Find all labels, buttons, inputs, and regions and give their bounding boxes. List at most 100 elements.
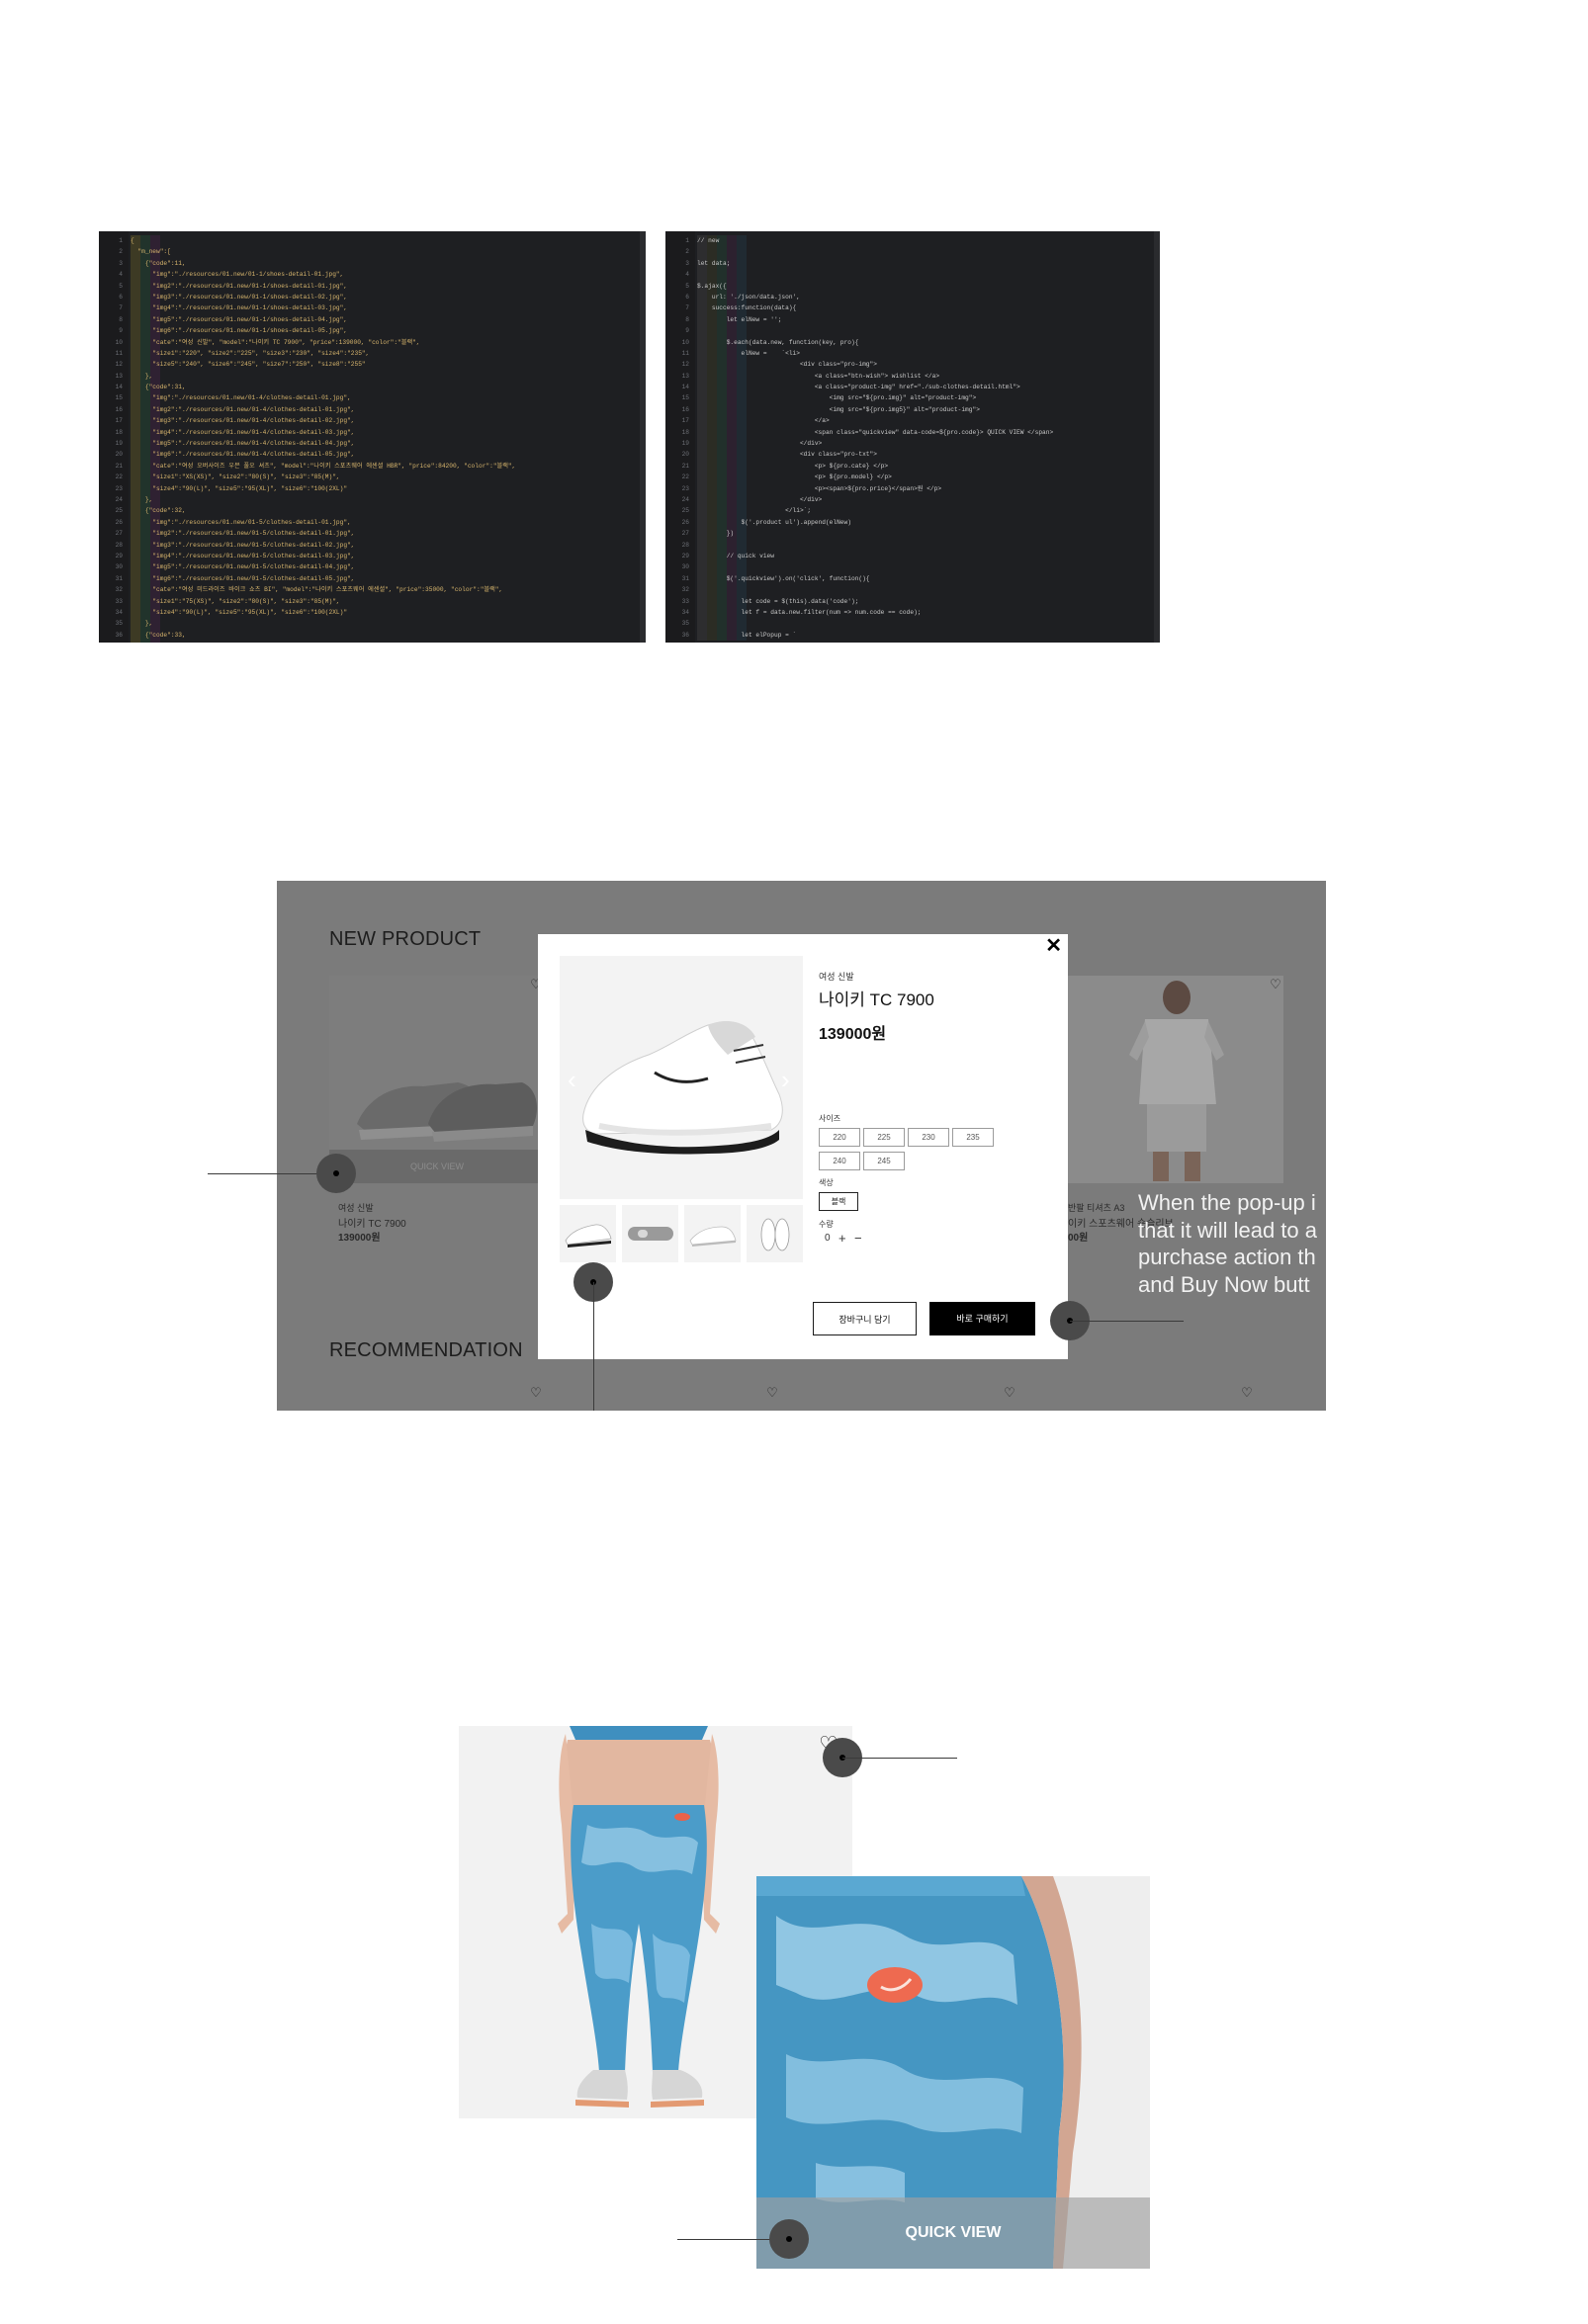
indent-guide — [727, 618, 737, 630]
line-number: 15 — [681, 394, 689, 402]
code-text: let data; — [697, 257, 1154, 270]
code-line: 35 — [665, 618, 1154, 630]
quantity-plus-icon[interactable]: + — [838, 1231, 846, 1246]
line-number: 29 — [681, 552, 689, 559]
shoe-sole-thumbnail-icon — [628, 1227, 673, 1241]
indent-guide — [727, 246, 737, 258]
code-line: 33 let code = $(this).data('code'); — [665, 595, 1154, 607]
line-number: 15 — [115, 394, 123, 402]
thumbnail[interactable] — [622, 1205, 678, 1262]
thumbnail[interactable] — [747, 1205, 803, 1262]
code-line: 21 "cate":"여성 오버사이즈 우븐 풀오 셔츠", "model":"… — [99, 460, 640, 473]
line-number: 2 — [119, 248, 123, 256]
wishlist-heart-icon[interactable]: ♡ — [529, 1386, 543, 1400]
code-text: </div> — [697, 493, 1154, 506]
code-text: <div class="pro-img"> — [697, 359, 1154, 371]
next-arrow-icon[interactable]: › — [781, 1065, 790, 1095]
indent-guide — [727, 269, 737, 281]
annotation-line: and Buy Now butt — [1138, 1271, 1310, 1297]
line-number: 23 — [681, 484, 689, 492]
code-line: 8 "img5":"./resources/01.new/01-1/shoes-… — [99, 313, 640, 326]
size-label: 사이즈 — [819, 1114, 841, 1123]
code-text: <span class="quickview" data-code=${pro.… — [697, 426, 1154, 439]
indent-guide — [697, 561, 707, 573]
code-line: 29 // quick view — [665, 550, 1154, 562]
indent-guide — [737, 584, 747, 596]
indent-guide — [727, 584, 737, 596]
indent-guide — [737, 280, 747, 292]
code-line: 24 }, — [99, 493, 640, 506]
code-text: let elNew = ''; — [697, 313, 1154, 326]
product-card-image[interactable] — [1068, 976, 1283, 1183]
product-price: 00원 — [1068, 1233, 1089, 1244]
wishlist-heart-icon[interactable]: ♡ — [1269, 978, 1282, 991]
line-number: 20 — [115, 451, 123, 459]
annotation-line — [593, 1282, 594, 1411]
product-category: 여성 신발 — [338, 1203, 374, 1213]
buy-now-button[interactable]: 바로 구매하기 — [929, 1302, 1035, 1335]
wishlist-heart-icon[interactable]: ♡ — [1003, 1386, 1016, 1400]
line-number: 4 — [685, 271, 689, 279]
indent-guide — [737, 539, 747, 551]
code-line: 8 let elNew = ''; — [665, 313, 1154, 326]
quick-view-button[interactable]: QUICK VIEW — [329, 1150, 545, 1183]
line-number: 33 — [681, 597, 689, 605]
code-text: <img src="${pro.img}" alt="product-img"> — [697, 392, 1154, 404]
code-line: 6 "img3":"./resources/01.new/01-1/shoes-… — [99, 291, 640, 303]
line-number: 6 — [685, 293, 689, 301]
line-number: 32 — [681, 586, 689, 594]
indent-guide — [717, 561, 727, 573]
line-number: 19 — [115, 440, 123, 448]
add-to-cart-button[interactable]: 장바구니 담기 — [813, 1302, 917, 1335]
size-option[interactable]: 220 — [819, 1128, 860, 1147]
line-number: 31 — [115, 574, 123, 582]
size-option[interactable]: 225 — [863, 1128, 905, 1147]
line-number: 19 — [681, 440, 689, 448]
indent-guide — [737, 269, 747, 281]
annotation-line: purchase action th — [1138, 1245, 1316, 1269]
code-text: "m_new":[ — [131, 246, 640, 258]
annotation-description: When the pop-up i that it will lead to a… — [1138, 1189, 1317, 1298]
popup-model: 나이키 TC 7900 — [819, 990, 934, 1009]
code-text: "size1":"220", "size2":"225", "size3":"2… — [131, 347, 640, 360]
size-option[interactable]: 245 — [863, 1152, 905, 1170]
quick-view-overlay-button[interactable]: QUICK VIEW — [756, 2197, 1150, 2269]
code-line: 30 — [665, 561, 1154, 573]
wishlist-heart-icon[interactable]: ♡ — [1240, 1386, 1254, 1400]
wishlist-heart-icon[interactable]: ♡ — [765, 1386, 779, 1400]
line-number: 14 — [681, 384, 689, 391]
code-line: 15 "img":"./resources/01.new/01-4/clothe… — [99, 392, 640, 404]
line-number: 12 — [115, 361, 123, 369]
code-text — [697, 618, 1154, 630]
size-option[interactable]: 240 — [819, 1152, 860, 1170]
line-number: 35 — [681, 620, 689, 628]
code-scrollbar[interactable] — [640, 231, 646, 643]
close-icon[interactable]: ✕ — [1045, 936, 1062, 956]
code-line: 15 <img src="${pro.img}" alt="product-im… — [665, 392, 1154, 404]
code-text: <p><span>${pro.price}</span>원 </p> — [697, 482, 1154, 494]
sneaker-image — [582, 1021, 783, 1155]
code-scrollbar[interactable] — [1154, 231, 1160, 643]
code-text: </div> — [697, 438, 1154, 450]
annotation-line: that it will lead to a — [1138, 1217, 1317, 1243]
indent-guide — [717, 584, 727, 596]
size-option[interactable]: 230 — [908, 1128, 949, 1147]
code-text: success:function(data){ — [697, 302, 1154, 314]
prev-arrow-icon[interactable]: ‹ — [568, 1065, 576, 1095]
code-text: </li>`; — [697, 505, 1154, 517]
quantity-minus-icon[interactable]: − — [854, 1231, 862, 1246]
indent-guide — [707, 618, 717, 630]
line-number: 31 — [681, 574, 689, 582]
thumbnail[interactable] — [560, 1205, 616, 1262]
code-line: 11 "size1":"220", "size2":"225", "size3"… — [99, 347, 640, 360]
code-line: 2 "m_new":[ — [99, 246, 640, 258]
code-text: }, — [131, 618, 640, 630]
quick-view-popup: ✕ ‹ › 여성 신발 나이키 TC 7900 139000원 사이즈 220 … — [538, 934, 1068, 1359]
size-option[interactable]: 235 — [952, 1128, 994, 1147]
code-line: 29 "img4":"./resources/01.new/01-5/cloth… — [99, 550, 640, 562]
code-line: 26 $('.product ul').append(elNew) — [665, 516, 1154, 529]
leggings-detail-photo[interactable]: QUICK VIEW — [756, 1876, 1150, 2269]
code-line: 9 "img6":"./resources/01.new/01-1/shoes-… — [99, 325, 640, 337]
color-option[interactable]: 블랙 — [819, 1192, 858, 1211]
thumbnail[interactable] — [684, 1205, 741, 1262]
